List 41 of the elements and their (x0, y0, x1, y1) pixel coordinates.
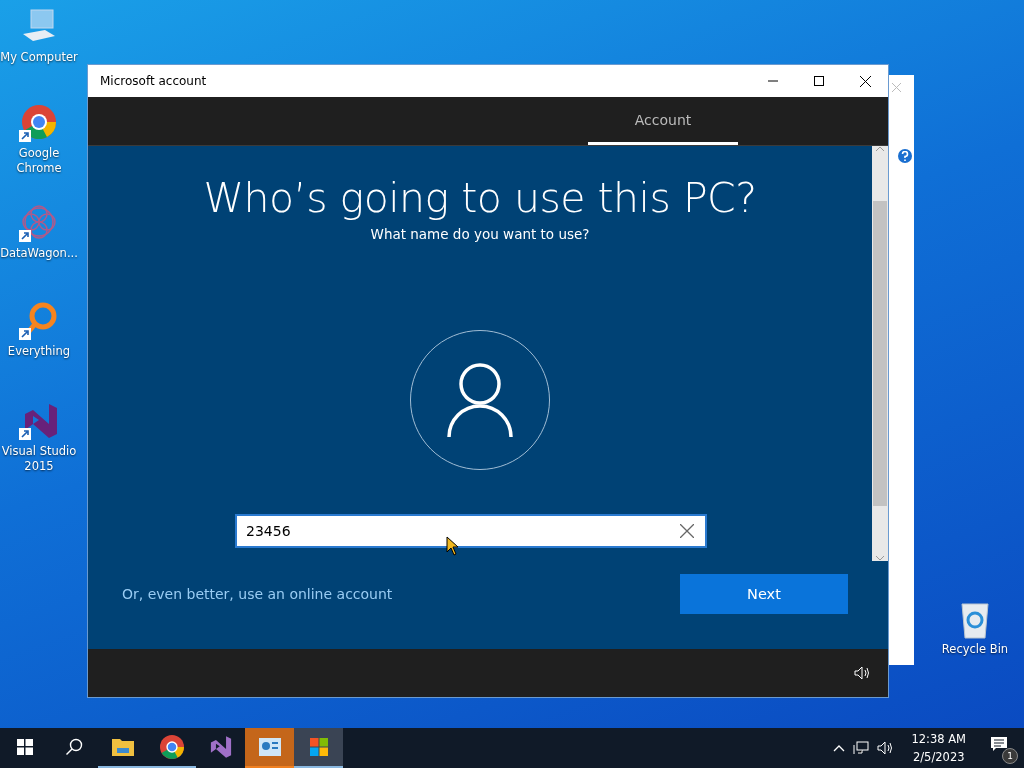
name-input-field[interactable]: 23456 (235, 514, 707, 548)
window-title: Microsoft account (99, 74, 208, 88)
recycle-bin-icon (961, 603, 989, 639)
desktop-icon-label[interactable]: Recycle Bin (941, 642, 1009, 657)
desktop-icon-label[interactable]: Google Chrome (0, 146, 78, 176)
help-icon[interactable] (898, 149, 912, 163)
clock-date[interactable]: 2/5/2023 (912, 748, 965, 766)
network-icon[interactable] (853, 741, 870, 755)
speaker-icon[interactable] (854, 666, 870, 680)
clear-icon[interactable] (680, 524, 694, 538)
shortcut-arrow-icon (19, 130, 31, 142)
visual-studio-icon (208, 735, 233, 759)
clock-time[interactable]: 12:38 AM (911, 730, 966, 748)
desktop-icon-label[interactable]: DataWagon... (0, 246, 78, 261)
chrome-icon (159, 735, 184, 759)
chrome-icon (22, 105, 56, 139)
notification-icon[interactable] (990, 736, 1008, 752)
mouse-cursor-icon (446, 536, 460, 556)
shortcut-arrow-icon (19, 230, 31, 242)
next-button[interactable]: Next (680, 574, 848, 614)
shortcut-arrow-icon (19, 428, 31, 440)
close-icon (892, 83, 901, 92)
search-icon (64, 738, 83, 756)
app-window-icon (258, 738, 281, 756)
page-subheading: What name do you want to use? (370, 226, 590, 242)
close-icon (859, 75, 871, 87)
computer-icon (23, 9, 55, 41)
folder-icon (111, 737, 134, 757)
speaker-icon[interactable] (877, 741, 894, 755)
visual-studio-icon (25, 404, 57, 438)
chevron-up-icon[interactable] (833, 744, 846, 752)
windows-logo-icon (16, 739, 33, 755)
store-logo-icon (309, 738, 328, 756)
desktop-icon-label[interactable]: Everything (7, 344, 71, 359)
page-heading: Who’s going to use this PC? (203, 174, 757, 222)
maximize-icon (814, 76, 824, 86)
shortcut-arrow-icon (19, 328, 31, 340)
desktop-icon-label[interactable]: Visual Studio 2015 (0, 444, 78, 474)
online-account-link[interactable]: Or, even better, use an online account (122, 586, 393, 602)
notification-badge: 1 (1002, 748, 1018, 764)
flower-pattern-icon (22, 205, 56, 239)
